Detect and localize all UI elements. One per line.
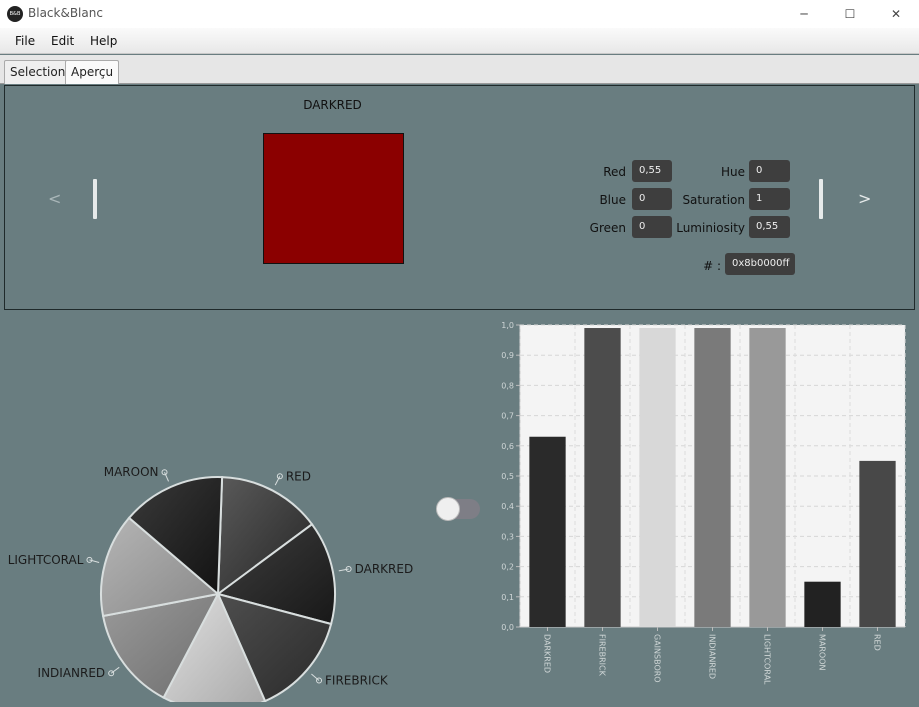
x-tick-label-lightcoral: LIGHTCORAL <box>763 634 772 685</box>
luminiosity-label: Luminiosity <box>676 221 745 235</box>
color-selector-panel: DARKRED < > Red 0,55 Blue 0 Green 0 Hue … <box>4 85 915 310</box>
pie-leader-dot <box>276 473 283 480</box>
x-tick-label-red: RED <box>873 634 882 651</box>
tab-selection[interactable]: Selection <box>4 60 72 84</box>
y-tick-label: 0,0 <box>501 623 514 632</box>
pie-label-maroon: MAROON <box>104 465 159 479</box>
color-name-label: DARKRED <box>303 98 362 112</box>
window-title: Black&Blanc <box>28 6 103 20</box>
pie-leader-line <box>311 673 320 681</box>
bar-darkred <box>529 436 566 627</box>
hex-label: # : <box>703 259 721 273</box>
color-swatch <box>263 133 404 264</box>
x-tick-label-maroon: MAROON <box>818 634 827 671</box>
y-tick-label: 0,5 <box>501 472 514 481</box>
pie-label-indianred: INDIANRED <box>38 666 106 680</box>
blue-label: Blue <box>599 193 626 207</box>
bar-red <box>859 460 896 627</box>
tab-bar: Selection Aperçu <box>0 55 919 84</box>
y-tick-label: 0,9 <box>501 351 514 360</box>
pie-chart: REDDARKREDFIREBRICKGAINSBOROINDIANREDLIG… <box>8 465 414 702</box>
left-slider-bar <box>93 179 97 219</box>
menu-file[interactable]: File <box>15 34 35 48</box>
bar-lightcoral <box>749 328 786 627</box>
pie-leader-line <box>110 666 120 674</box>
menu-bar: File Edit Help <box>0 28 919 54</box>
luminiosity-input[interactable]: 0,55 <box>749 216 790 238</box>
x-tick-label-firebrick: FIREBRICK <box>598 634 607 677</box>
bar-maroon <box>804 581 841 627</box>
minimize-button[interactable]: ─ <box>781 0 827 28</box>
menu-help[interactable]: Help <box>90 34 117 48</box>
pie-label-darkred: DARKRED <box>355 562 414 576</box>
y-tick-label: 0,2 <box>501 563 514 572</box>
bar-firebrick <box>584 328 621 627</box>
y-tick-label: 0,8 <box>501 381 514 390</box>
toggle-knob[interactable] <box>436 497 460 521</box>
y-tick-label: 0,7 <box>501 412 514 421</box>
right-slider-bar <box>819 179 823 219</box>
x-tick-label-indianred: INDIANRED <box>708 634 717 679</box>
y-tick-label: 1,0 <box>501 321 514 330</box>
red-label: Red <box>603 165 626 179</box>
saturation-input[interactable]: 1 <box>749 188 790 210</box>
bar-gainsboro <box>639 328 676 627</box>
y-tick-label: 0,1 <box>501 593 514 602</box>
toggle-switch[interactable] <box>436 497 480 521</box>
y-tick-label: 0,6 <box>501 442 514 451</box>
red-input[interactable]: 0,55 <box>632 160 672 182</box>
hue-input[interactable]: 0 <box>749 160 790 182</box>
app-logo-icon: B&B <box>7 6 23 22</box>
close-button[interactable]: ✕ <box>873 0 919 28</box>
saturation-label: Saturation <box>682 193 745 207</box>
pie-label-red: RED <box>286 469 311 483</box>
pie-label-lightcoral: LIGHTCORAL <box>8 553 84 567</box>
bar-chart: 0,0 0,1 0,2 0,3 0,4 0,5 0,6 0,7 0,8 0,9 1,0 DARKRED… <box>501 321 906 685</box>
main-content: DARKRED < > Red 0,55 Blue 0 Green 0 Hue … <box>0 84 919 707</box>
green-label: Green <box>589 221 626 235</box>
next-color-button[interactable]: > <box>858 189 871 208</box>
bar-indianred <box>694 328 731 627</box>
maximize-button[interactable]: ☐ <box>827 0 873 28</box>
hex-input[interactable]: 0x8b0000ff <box>725 253 795 275</box>
y-tick-label: 0,4 <box>501 502 514 511</box>
previous-color-button[interactable]: < <box>48 189 61 208</box>
hue-label: Hue <box>720 165 745 179</box>
y-tick-label: 0,3 <box>501 532 514 541</box>
pie-label-firebrick: FIREBRICK <box>325 674 389 688</box>
x-tick-label-gainsboro: GAINSBORO <box>653 634 662 683</box>
menu-edit[interactable]: Edit <box>51 34 74 48</box>
x-tick-label-darkred: DARKRED <box>543 634 552 673</box>
title-bar: B&B Black&Blanc ─ ☐ ✕ <box>0 0 919 28</box>
tab-apercu[interactable]: Aperçu <box>65 60 120 84</box>
